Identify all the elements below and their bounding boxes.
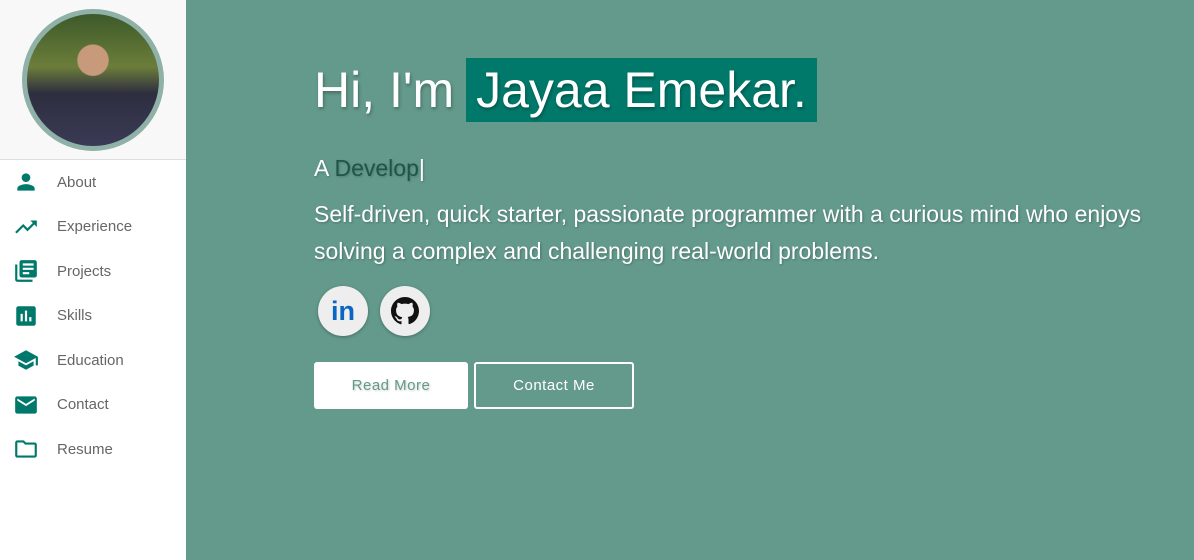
- hero-section: Hi, I'm Jayaa Emekar. A Develop| Self-dri…: [314, 58, 1194, 409]
- sidebar-item-contact[interactable]: Contact: [0, 383, 186, 428]
- bar-chart-icon: [16, 306, 36, 326]
- sidebar: About Experience Projects Skills Educati…: [0, 0, 186, 560]
- sidebar-item-label: Resume: [57, 440, 113, 458]
- avatar-container: [0, 0, 186, 160]
- sidebar-item-label: Projects: [57, 262, 112, 280]
- sidebar-item-label: About: [57, 173, 97, 191]
- github-icon: [391, 297, 419, 325]
- sidebar-item-education[interactable]: Education: [0, 338, 186, 383]
- sidebar-item-label: Experience: [57, 218, 133, 236]
- role-prefix: A: [314, 155, 329, 181]
- hero-name: Jayaa Emekar.: [466, 58, 817, 122]
- sidebar-item-experience[interactable]: Experience: [0, 205, 186, 250]
- folder-icon: [15, 440, 37, 458]
- sidebar-item-skills[interactable]: Skills: [0, 294, 186, 339]
- typing-cursor: |: [418, 155, 425, 181]
- hero-description: Self-driven, quick starter, passionate p…: [314, 201, 1142, 264]
- github-link[interactable]: [380, 286, 430, 336]
- hero-actions: Read More Contact Me: [314, 362, 1194, 409]
- sidebar-item-label: Contact: [57, 396, 109, 414]
- social-links: in: [318, 286, 1194, 336]
- school-icon: [14, 350, 38, 370]
- read-more-button[interactable]: Read More: [314, 362, 468, 409]
- hero-heading: Hi, I'm Jayaa Emekar.: [314, 58, 1194, 122]
- sidebar-item-label: Education: [57, 351, 124, 369]
- sidebar-nav: About Experience Projects Skills Educati…: [0, 160, 186, 472]
- avatar: [22, 8, 164, 151]
- linkedin-link[interactable]: in: [318, 286, 368, 336]
- linkedin-icon: in: [331, 295, 355, 326]
- sidebar-item-resume[interactable]: Resume: [0, 427, 186, 472]
- contact-me-button[interactable]: Contact Me: [474, 362, 634, 409]
- person-icon: [17, 173, 35, 191]
- email-icon: [15, 396, 37, 414]
- sidebar-item-about[interactable]: About: [0, 160, 186, 205]
- sidebar-item-projects[interactable]: Projects: [0, 249, 186, 294]
- sidebar-item-label: Skills: [57, 307, 93, 325]
- trending-up-icon: [15, 220, 37, 234]
- library-books-icon: [15, 260, 37, 283]
- role-typewriter: A Develop|: [314, 155, 1194, 182]
- role-typed: Develop: [334, 155, 419, 181]
- greeting: Hi, I'm: [314, 62, 455, 118]
